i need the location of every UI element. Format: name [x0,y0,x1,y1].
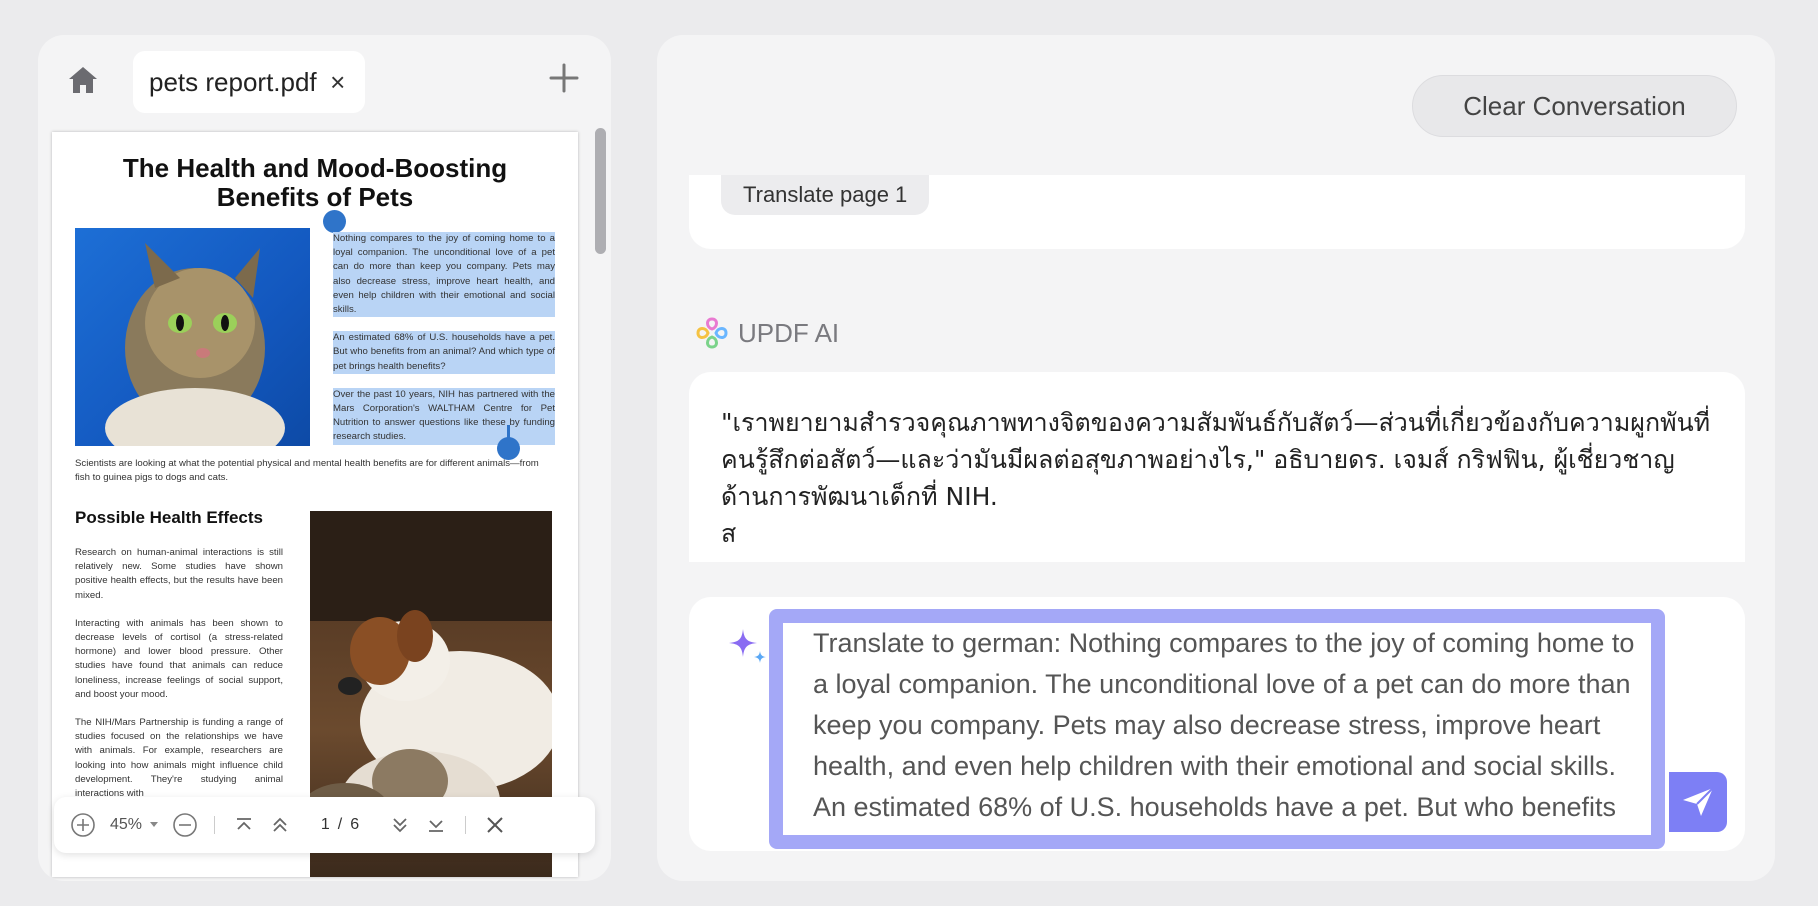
current-page: 1 [320,816,330,833]
close-toolbar-button[interactable] [480,810,510,840]
caret-down-icon [150,822,159,827]
previous-page-button[interactable] [265,810,295,840]
doc-section-heading: Possible Health Effects [75,508,264,527]
zoom-in-icon [71,813,95,837]
ai-assistant-name: UPDF AI [738,317,840,348]
tab-close-icon[interactable]: × [327,69,349,95]
updf-logo-icon [696,317,728,349]
pdf-scrollbar[interactable] [593,128,607,878]
page-separator: / [337,816,343,833]
first-page-icon [237,818,251,830]
doc-title: The Health and Mood-Boosting Benefits of… [122,153,508,212]
chat-input[interactable] [783,623,1651,835]
selected-text-block[interactable]: Nothing compares to the joy of coming ho… [333,232,555,459]
pdf-viewer-panel: pets report.pdf × The Health and Mood-Bo… [38,35,611,881]
zoom-in-button[interactable] [68,810,98,840]
clear-conversation-button[interactable]: Clear Conversation [1412,75,1737,137]
page-indicator[interactable]: 1 / 6 [301,808,379,842]
plus-icon [549,63,579,93]
sparkle-icon [729,629,766,663]
zoom-out-button[interactable] [170,810,200,840]
double-chevron-up-icon [273,817,287,832]
total-pages: 6 [350,816,360,833]
user-message-card: Translate page 1 [689,175,1745,249]
new-tab-button[interactable] [547,61,581,95]
ai-chat-panel: Clear Conversation Translate page 1 UPDF… [657,35,1775,881]
zoom-level: 45% [109,816,143,833]
page-toolbar: 45% 1 / 6 [54,797,595,853]
chat-input-card [689,597,1745,851]
translate-page-chip[interactable]: Translate page 1 [721,175,930,215]
cat-photo [75,228,310,446]
send-button[interactable] [1669,772,1727,832]
doc-column-text: Research on human-animal interactions is… [75,547,283,800]
tab-label: pets report.pdf [149,66,317,97]
home-button[interactable] [66,63,100,97]
next-page-button[interactable] [385,810,415,840]
double-chevron-down-icon [393,818,407,833]
doc-caption: Scientists are looking at what the poten… [75,458,539,483]
pdf-page[interactable]: The Health and Mood-Boosting Benefits of… [52,132,578,877]
chat-input-frame [769,609,1665,849]
send-icon [1683,787,1714,816]
last-page-button[interactable] [421,810,451,840]
toolbar-divider [465,816,466,834]
scrollbar-thumb[interactable] [595,128,606,254]
document-tab[interactable]: pets report.pdf × [133,51,365,113]
zoom-level-select[interactable]: 45% [104,816,164,834]
ai-response-card: "เราพยายามสำรวจคุณภาพทางจิตของความสัมพัน… [689,372,1745,562]
zoom-out-icon [173,813,197,837]
close-icon [487,817,503,833]
toolbar-divider [214,816,215,834]
home-icon [69,67,97,93]
ai-response-text: "เราพยายามสำรวจคุณภาพทางจิตของความสัมพัน… [721,408,1711,548]
last-page-icon [429,820,443,832]
first-page-button[interactable] [229,810,259,840]
ai-assistant-label: UPDF AI [694,315,839,351]
selection-start-handle[interactable] [323,210,346,242]
